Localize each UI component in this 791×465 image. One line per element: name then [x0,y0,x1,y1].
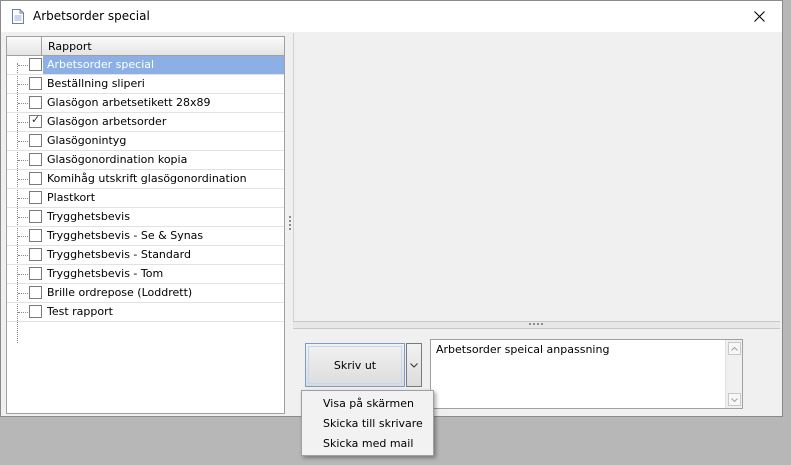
preview-area [293,33,780,321]
report-checkbox[interactable] [29,210,42,223]
report-row[interactable]: Brille ordrepose (Loddrett) [7,284,284,303]
tree-connector [18,293,28,294]
report-row[interactable]: Trygghetsbevis [7,208,284,227]
chevron-up-icon [731,346,738,351]
menu-item-send-by-mail[interactable]: Skicka med mail [302,434,433,454]
report-label: Trygghetsbevis [47,210,130,223]
scroll-up-button[interactable] [728,342,741,355]
tree-connector [18,179,28,180]
report-label: Test rapport [47,305,113,318]
report-checkbox[interactable] [29,113,42,128]
splitter-grip-icon [529,323,543,325]
report-dialog: Arbetsorder special Rapport Arbetsorder … [0,0,783,417]
report-label: Glasögonintyg [47,134,127,147]
tree-connector [18,255,28,256]
tree-connector [18,84,28,85]
report-row[interactable]: Glasögonintyg [7,132,284,151]
document-icon [12,9,24,24]
close-button[interactable] [736,1,782,32]
report-checkbox[interactable] [29,153,42,166]
report-row[interactable]: Glasögon arbetsetikett 28x89 [7,94,284,113]
report-checkbox[interactable] [29,267,42,280]
tree-connector [18,122,28,123]
menu-item-send-to-printer[interactable]: Skicka till skrivare [302,414,433,434]
chevron-down-icon [410,362,418,368]
tree-connector [18,198,28,199]
description-text: Arbetsorder speical anpassning [436,343,610,356]
report-checkbox[interactable] [29,134,42,147]
tree-connector [18,274,28,275]
checkbox-column-header [7,37,42,55]
report-row[interactable]: Trygghetsbevis - Se & Synas [7,227,284,246]
chevron-down-icon [731,397,738,402]
report-label: Komihåg utskrift glasögonordination [47,172,247,185]
report-label: Beställning sliperi [47,77,145,90]
print-button-label: Skriv ut [333,358,377,372]
report-label: Glasögon arbetsetikett 28x89 [47,96,211,109]
report-row[interactable]: Trygghetsbevis - Standard [7,246,284,265]
print-options-menu: Visa på skärmen Skicka till skrivare Skick… [301,390,434,456]
tree-connector [18,312,28,313]
report-checkbox[interactable] [29,286,42,299]
report-list: Rapport Arbetsorder special Beställning s… [6,36,285,414]
description-textbox[interactable]: Arbetsorder speical anpassning [430,339,743,409]
print-button[interactable]: Skriv ut [305,343,405,387]
title-bar: Arbetsorder special [1,1,782,32]
print-dropdown-button[interactable] [406,343,422,387]
column-header-rapport[interactable]: Rapport [48,40,92,53]
tree-connector [18,65,28,66]
report-checkbox[interactable] [29,77,42,90]
tree-connector [18,236,28,237]
report-label: Glasögonordination kopia [47,153,188,166]
report-row[interactable]: Glasögon arbetsorder [7,113,284,132]
report-checkbox[interactable] [29,191,42,204]
report-row[interactable]: Test rapport [7,303,284,322]
report-label: Arbetsorder special [43,56,284,74]
report-rows: Arbetsorder special Beställning sliperi Gl… [7,56,284,322]
description-scrollbar[interactable] [725,340,742,408]
report-label: Glasögon arbetsorder [47,115,167,128]
scroll-down-button[interactable] [728,393,741,406]
report-row[interactable]: Arbetsorder special [7,56,284,75]
report-label: Brille ordrepose (Loddrett) [47,286,193,299]
tree-connector [18,217,28,218]
report-checkbox[interactable] [29,172,42,185]
window-title: Arbetsorder special [33,9,150,23]
report-label: Plastkort [47,191,96,204]
tree-connector [18,103,28,104]
report-label: Trygghetsbevis - Se & Synas [47,229,204,242]
report-row[interactable]: Komihåg utskrift glasögonordination [7,170,284,189]
report-row[interactable]: Trygghetsbevis - Tom [7,265,284,284]
report-label: Trygghetsbevis - Standard [47,248,191,261]
splitter-grip-icon [289,216,291,230]
report-row[interactable]: Plastkort [7,189,284,208]
tree-connector [18,160,28,161]
report-checkbox[interactable] [29,96,42,109]
report-label: Trygghetsbevis - Tom [47,267,164,280]
tree-connector [18,141,28,142]
report-row[interactable]: Glasögonordination kopia [7,151,284,170]
report-checkbox[interactable] [29,58,42,71]
report-list-header: Rapport [7,37,284,56]
report-checkbox[interactable] [29,248,42,261]
report-checkbox[interactable] [29,229,42,242]
menu-item-show-on-screen[interactable]: Visa på skärmen [302,394,433,414]
close-icon [753,11,765,22]
report-checkbox[interactable] [29,305,42,318]
report-row[interactable]: Beställning sliperi [7,75,284,94]
